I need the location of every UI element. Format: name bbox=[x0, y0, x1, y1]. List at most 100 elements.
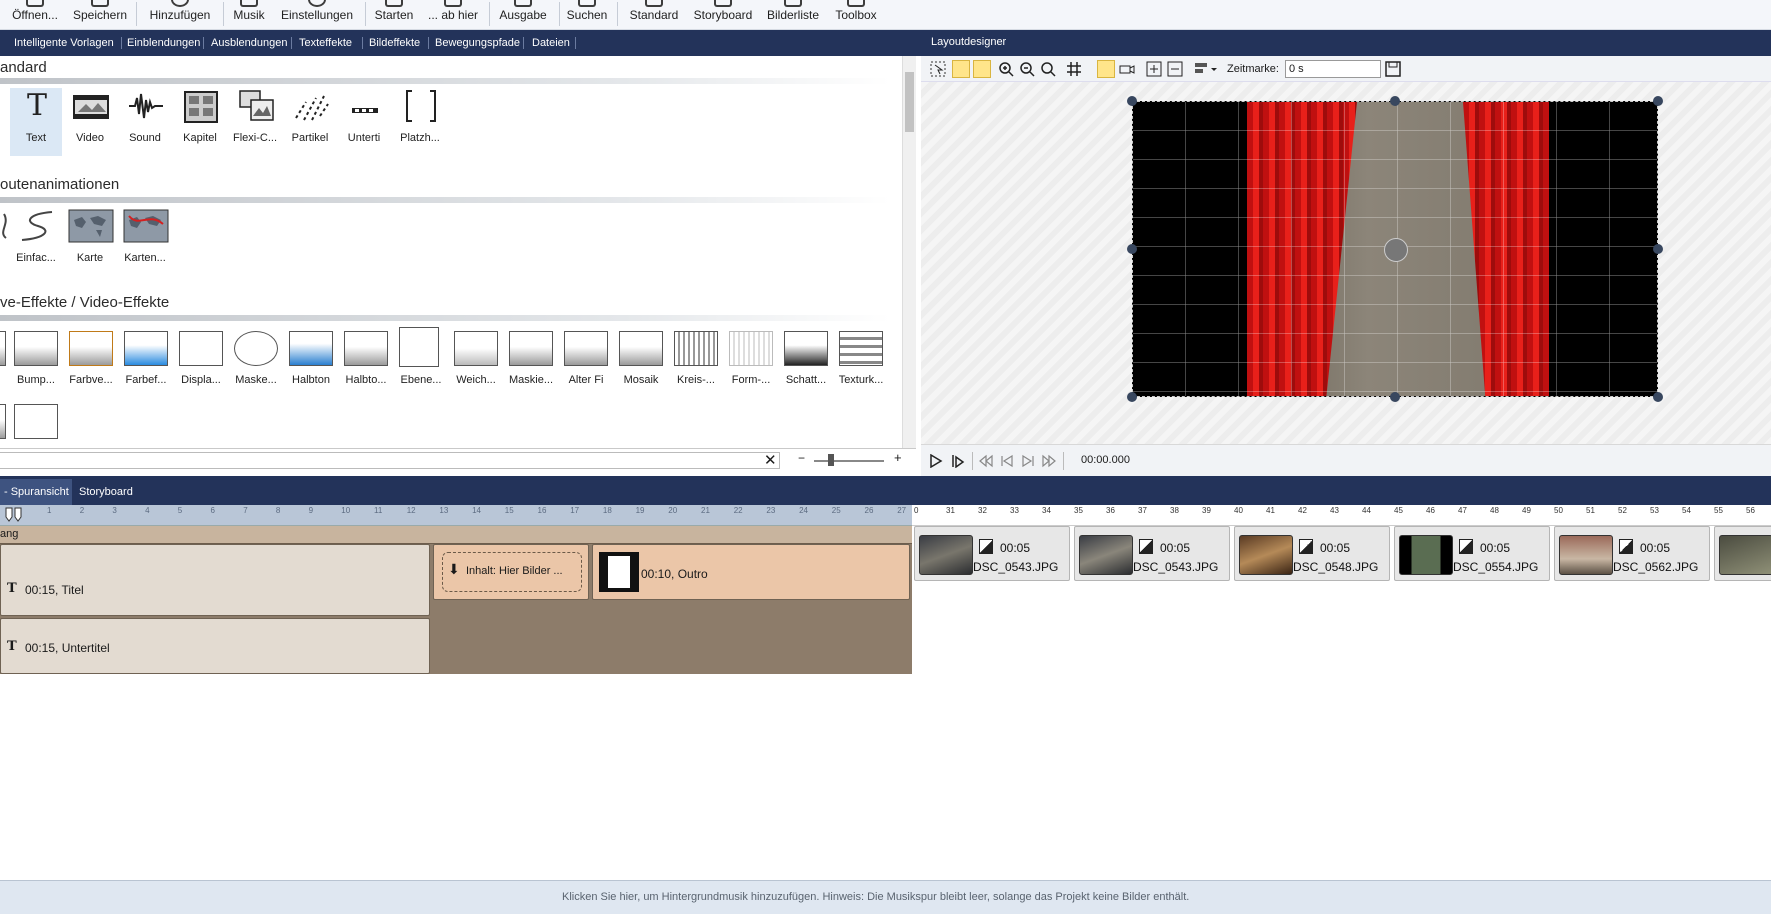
effect-row2-partial[interactable] bbox=[0, 404, 6, 439]
effect-form[interactable]: Form-... bbox=[723, 374, 779, 386]
effect-bump[interactable]: Bump... bbox=[8, 374, 64, 386]
effect-weich[interactable]: Weich... bbox=[448, 374, 504, 386]
effect-halbton2-thumb[interactable] bbox=[344, 331, 388, 366]
tab-bildeffekte[interactable]: Bildeffekte bbox=[369, 35, 420, 53]
start-from-here-button[interactable]: ... ab hier bbox=[426, 0, 480, 28]
effect-displacement-thumb[interactable] bbox=[179, 331, 223, 366]
effect-mosaik[interactable]: Mosaik bbox=[613, 374, 669, 386]
effect-equalizer-thumb[interactable] bbox=[14, 404, 58, 439]
tab-intelligente-vorlagen[interactable]: Intelligente Vorlagen bbox=[14, 35, 114, 53]
resize-handle-mr[interactable] bbox=[1653, 244, 1663, 254]
effect-maskieren-thumb[interactable] bbox=[509, 331, 553, 366]
thumbnail-size-slider[interactable] bbox=[814, 460, 884, 462]
image-list-button[interactable]: Bilderliste bbox=[765, 0, 821, 28]
tab-spuransicht[interactable]: - Spuransicht bbox=[0, 479, 72, 505]
effect-schatten-thumb[interactable] bbox=[784, 331, 828, 366]
item-video[interactable]: Video bbox=[64, 88, 116, 158]
effect-farbverlauf-thumb[interactable] bbox=[69, 331, 113, 366]
image-clip[interactable]: 00:05 DSC_0543.JPG bbox=[1074, 526, 1230, 581]
image-clip-partial[interactable] bbox=[1714, 526, 1771, 581]
snap-guides-icon[interactable] bbox=[952, 60, 970, 78]
timeline-ruler-right[interactable]: 0 31 32 33 34 35 36 37 38 39 40 41 42 43 44 45 46 47 48 49 5… bbox=[912, 505, 1771, 526]
music-button[interactable]: Musik bbox=[230, 0, 268, 28]
effect-weich-thumb[interactable] bbox=[454, 331, 498, 366]
tab-texteffekte[interactable]: Texteffekte bbox=[299, 35, 352, 53]
align-dropdown-icon[interactable] bbox=[1193, 60, 1219, 78]
tab-bewegungspfade[interactable]: Bewegungspfade bbox=[435, 35, 520, 53]
clip-titel[interactable]: T 00:15, Titel bbox=[0, 544, 430, 616]
image-clip[interactable]: 00:05 DSC_0543.JPG bbox=[914, 526, 1070, 581]
effect-schatten[interactable]: Schatt... bbox=[778, 374, 834, 386]
image-clip[interactable]: 00:05 DSC_0562.JPG bbox=[1554, 526, 1710, 581]
effect-form-thumb[interactable] bbox=[729, 331, 773, 366]
slider-handle[interactable] bbox=[828, 454, 834, 466]
save-button[interactable]: Speichern bbox=[72, 0, 128, 28]
clip-inhalt[interactable]: ⬇ Inhalt: Hier Bilder ... bbox=[433, 544, 589, 600]
item-flexi-collage[interactable]: Flexi-C... bbox=[229, 88, 281, 158]
zeitmarke-input[interactable]: 0 s bbox=[1285, 60, 1381, 78]
fast-forward-icon[interactable] bbox=[1042, 454, 1056, 468]
image-clip[interactable]: 00:05 DSC_0548.JPG bbox=[1234, 526, 1390, 581]
tab-storyboard[interactable]: Storyboard bbox=[79, 486, 133, 498]
center-anchor-handle[interactable] bbox=[1384, 238, 1408, 262]
add-layer-icon[interactable] bbox=[1145, 60, 1163, 78]
next-frame-icon[interactable] bbox=[1021, 454, 1035, 468]
item-karte[interactable]: Karte bbox=[64, 208, 116, 278]
effect-kreis[interactable]: Kreis-... bbox=[668, 374, 724, 386]
tab-dateien[interactable]: Dateien bbox=[532, 35, 570, 53]
effect-maske-thumb[interactable] bbox=[234, 331, 278, 366]
resize-handle-bl[interactable] bbox=[1127, 392, 1137, 402]
effect-kreis-thumb[interactable] bbox=[674, 331, 718, 366]
zoom-out-tool-icon[interactable] bbox=[1018, 60, 1036, 78]
toolbox-button[interactable]: Toolbox bbox=[831, 0, 881, 28]
settings-button[interactable]: Einstellungen bbox=[279, 0, 355, 28]
effect-bump-thumb[interactable] bbox=[14, 331, 58, 366]
curve-path-icon[interactable] bbox=[1097, 60, 1115, 78]
grid-icon[interactable] bbox=[1065, 60, 1083, 78]
effect-farbeffekt[interactable]: Farbef... bbox=[118, 374, 174, 386]
save-layout-icon[interactable] bbox=[1384, 60, 1402, 78]
search-button[interactable]: Suchen bbox=[566, 0, 608, 28]
grid-lines-icon[interactable] bbox=[973, 60, 991, 78]
effect-halbton2[interactable]: Halbto... bbox=[338, 374, 394, 386]
play-from-marker-icon[interactable] bbox=[951, 454, 965, 468]
effect-textur-thumb[interactable] bbox=[839, 331, 883, 366]
item-kartenanimation[interactable]: Karten... bbox=[119, 208, 171, 278]
item-partikel[interactable]: Partikel bbox=[284, 88, 336, 158]
storyboard-view-button[interactable]: Storyboard bbox=[692, 0, 754, 28]
item-text[interactable]: T Text bbox=[10, 88, 62, 156]
resize-handle-tl[interactable] bbox=[1127, 96, 1137, 106]
camera-icon[interactable] bbox=[1118, 60, 1136, 78]
preview-image[interactable] bbox=[1132, 101, 1658, 397]
timeline-ruler[interactable]: 1 2 3 4 5 6 7 8 9 10 11 12 13 14 15 16 17 18 19 20 21 22 23 24 2… bbox=[0, 505, 972, 526]
zoom-in-tool-icon[interactable] bbox=[997, 60, 1015, 78]
clip-outro[interactable]: 00:10, Outro bbox=[592, 544, 910, 600]
add-button[interactable]: Hinzufügen bbox=[146, 0, 214, 28]
effect-textur[interactable]: Texturk... bbox=[833, 374, 889, 386]
effect-mosaik-thumb[interactable] bbox=[619, 331, 663, 366]
resize-handle-ml[interactable] bbox=[1127, 244, 1137, 254]
zoom-in-icon[interactable]: + bbox=[894, 450, 902, 465]
standard-view-button[interactable]: Standard bbox=[628, 0, 680, 28]
item-platzhalter[interactable]: Platzh... bbox=[394, 88, 446, 158]
toolbox-search-input[interactable] bbox=[0, 452, 780, 469]
effect-ebene-thumb[interactable] bbox=[399, 327, 439, 367]
clip-untertitel[interactable]: T 00:15, Untertitel bbox=[0, 618, 430, 674]
toolbox-scrollbar[interactable] bbox=[902, 56, 916, 448]
effect-ebene[interactable]: Ebene... bbox=[393, 374, 449, 386]
prev-frame-icon[interactable] bbox=[1000, 454, 1014, 468]
remove-layer-icon[interactable] bbox=[1166, 60, 1184, 78]
effect-maskieren[interactable]: Maskie... bbox=[503, 374, 559, 386]
clear-search-icon[interactable]: ✕ bbox=[764, 451, 777, 469]
effect-displacement[interactable]: Displa... bbox=[173, 374, 229, 386]
effect-maske[interactable]: Maske... bbox=[228, 374, 284, 386]
image-clip[interactable]: 00:05 DSC_0554.JPG bbox=[1394, 526, 1550, 581]
open-button[interactable]: Öffnen... bbox=[10, 0, 60, 28]
rewind-icon[interactable] bbox=[979, 454, 993, 468]
resize-handle-bc[interactable] bbox=[1390, 392, 1400, 402]
effect-halbton[interactable]: Halbton bbox=[283, 374, 339, 386]
effect-alter-film-thumb[interactable] bbox=[564, 331, 608, 366]
music-track[interactable]: Klicken Sie hier, um Hintergrundmusik hi… bbox=[0, 880, 1771, 914]
resize-handle-tr[interactable] bbox=[1653, 96, 1663, 106]
tab-einblendungen[interactable]: Einblendungen bbox=[127, 35, 200, 53]
